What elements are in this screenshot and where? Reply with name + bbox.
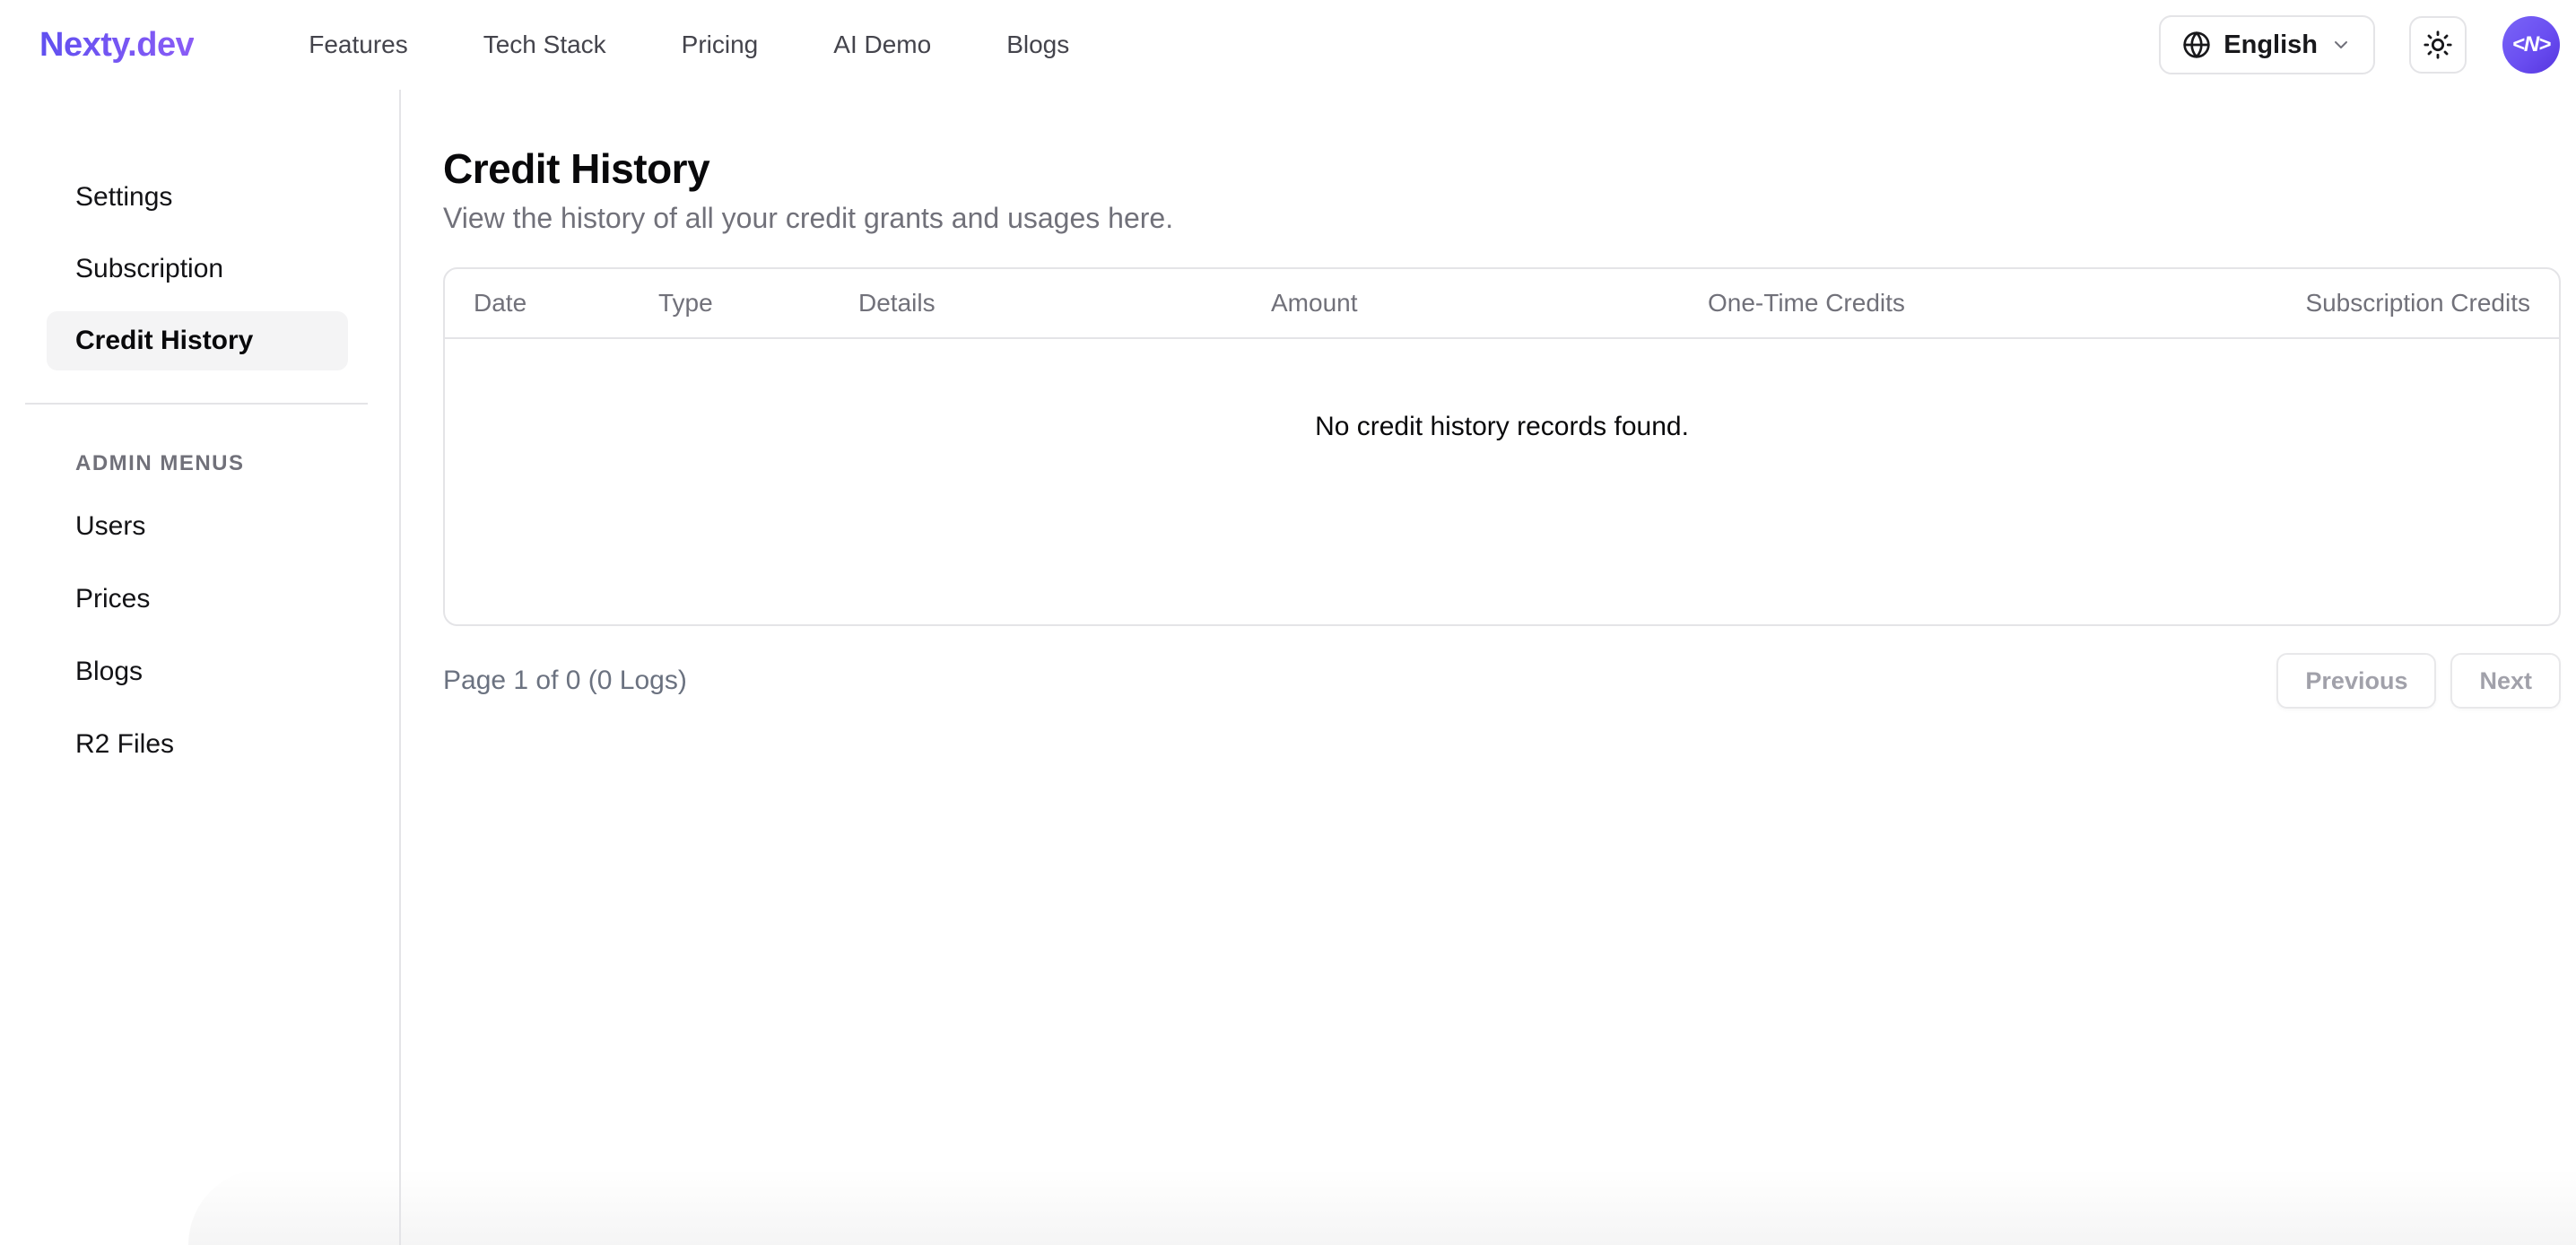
column-header-amount: Amount <box>1271 289 1708 318</box>
column-header-details: Details <box>858 289 1271 318</box>
next-page-button[interactable]: Next <box>2450 653 2561 709</box>
sidebar-item-r2-files[interactable]: R2 Files <box>47 715 348 774</box>
nav-item-tech-stack[interactable]: Tech Stack <box>483 32 606 57</box>
page-title: Credit History <box>443 144 2561 194</box>
pagination-summary: Page 1 of 0 (0 Logs) <box>443 666 687 696</box>
chevron-down-icon <box>2330 34 2352 56</box>
table-header-row: Date Type Details Amount One-Time Credit… <box>445 269 2559 339</box>
app-root: Nexty.dev Features Tech Stack Pricing AI… <box>0 0 2576 1245</box>
theme-toggle-button[interactable] <box>2409 16 2467 74</box>
column-header-one-time-credits: One-Time Credits <box>1708 289 2145 318</box>
sidebar-item-blogs[interactable]: Blogs <box>47 642 348 701</box>
sidebar-item-subscription[interactable]: Subscription <box>47 239 348 299</box>
globe-icon <box>2182 30 2211 59</box>
sidebar-item-prices[interactable]: Prices <box>47 570 348 629</box>
top-nav: Features Tech Stack Pricing AI Demo Blog… <box>309 32 1069 57</box>
previous-page-button[interactable]: Previous <box>2276 653 2436 709</box>
page-subtitle: View the history of all your credit gran… <box>443 199 2561 237</box>
column-header-subscription-credits: Subscription Credits <box>2145 289 2530 318</box>
column-header-type: Type <box>658 289 858 318</box>
pagination-buttons: Previous Next <box>2276 653 2561 709</box>
table-body: No credit history records found. <box>445 339 2559 624</box>
sidebar-item-users[interactable]: Users <box>47 497 348 556</box>
sidebar-section-label: ADMIN MENUS <box>75 451 348 476</box>
language-selector[interactable]: English <box>2159 15 2375 74</box>
sidebar-item-credit-history[interactable]: Credit History <box>47 311 348 370</box>
brand-logo[interactable]: Nexty.dev <box>39 26 194 65</box>
empty-state-message: No credit history records found. <box>445 339 2559 515</box>
language-label: English <box>2224 30 2318 60</box>
user-avatar[interactable]: <N> <box>2502 16 2560 74</box>
nav-item-pricing[interactable]: Pricing <box>682 32 759 57</box>
nav-item-blogs[interactable]: Blogs <box>1006 32 1069 57</box>
sidebar: Settings Subscription Credit History ADM… <box>0 90 401 1245</box>
content-shell: Settings Subscription Credit History ADM… <box>0 90 2576 1245</box>
nav-item-ai-demo[interactable]: AI Demo <box>833 32 931 57</box>
sidebar-divider <box>25 403 368 405</box>
sidebar-item-settings[interactable]: Settings <box>47 168 348 227</box>
avatar-initials: <N> <box>2512 32 2550 57</box>
column-header-date: Date <box>474 289 658 318</box>
pagination-bar: Page 1 of 0 (0 Logs) Previous Next <box>443 653 2561 709</box>
sun-icon <box>2423 30 2453 60</box>
nav-item-features[interactable]: Features <box>309 32 408 57</box>
top-bar: Nexty.dev Features Tech Stack Pricing AI… <box>0 0 2576 90</box>
main-content: Credit History View the history of all y… <box>401 90 2576 1245</box>
credit-history-table: Date Type Details Amount One-Time Credit… <box>443 267 2561 626</box>
